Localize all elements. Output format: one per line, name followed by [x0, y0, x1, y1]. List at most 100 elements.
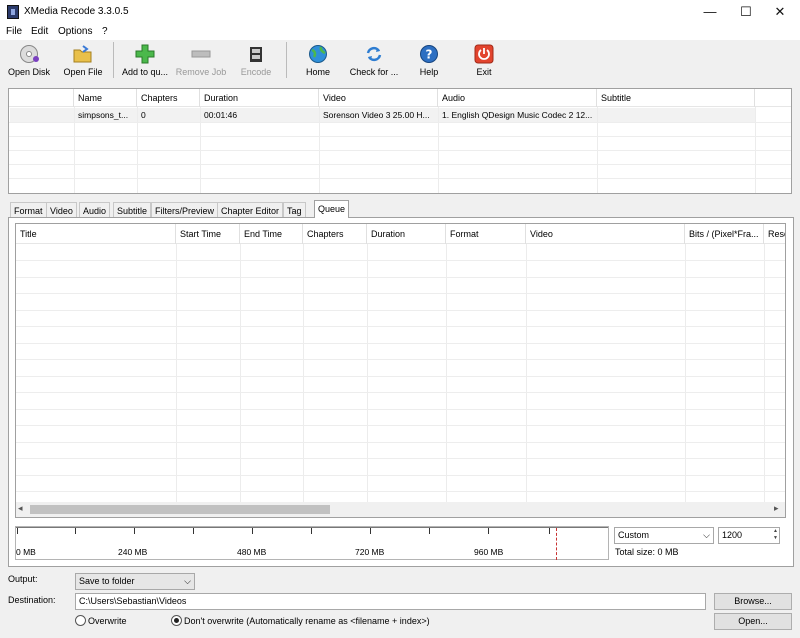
size-bar-axis: [16, 527, 608, 528]
tab-queue[interactable]: Queue: [314, 200, 350, 218]
refresh-icon: [366, 46, 382, 62]
tab-audio[interactable]: Audio: [79, 202, 111, 218]
tick: [193, 528, 194, 534]
destination-label: Destination:: [8, 595, 56, 605]
tab-tag[interactable]: Tag: [283, 202, 306, 218]
check-for-updates-button[interactable]: Check for ...: [345, 42, 403, 82]
column-header-chapters[interactable]: Chapters: [137, 89, 200, 107]
grid-line: [446, 244, 447, 502]
column-header-bits-per-pixel[interactable]: Bits / (Pixel*Fra...: [685, 224, 764, 244]
tab-format[interactable]: Format: [10, 202, 47, 218]
file-list[interactable]: Name Chapters Duration Video Audio Subti…: [8, 88, 792, 194]
tab-filters-preview[interactable]: Filters/Preview: [151, 202, 219, 218]
output-select[interactable]: Save to folder ⌵: [75, 573, 195, 590]
media-preset-select[interactable]: Custom ⌵: [614, 527, 714, 544]
menu-options[interactable]: Options: [58, 26, 92, 37]
horizontal-scrollbar[interactable]: ◂ ▸: [16, 502, 785, 517]
column-header-chapters[interactable]: Chapters: [303, 224, 367, 244]
menu-file[interactable]: File: [6, 26, 22, 37]
destination-input[interactable]: C:\Users\Sebastian\Videos: [75, 593, 706, 610]
column-header-title[interactable]: Title: [16, 224, 176, 244]
browse-button[interactable]: Browse...: [714, 593, 792, 610]
grid-line: [16, 442, 785, 443]
menu-edit[interactable]: Edit: [31, 26, 48, 37]
home-button[interactable]: Home: [289, 42, 347, 82]
toolbar-separator: [286, 42, 287, 78]
minimize-button[interactable]: —: [695, 0, 725, 24]
dont-overwrite-radio[interactable]: [171, 615, 182, 626]
cell-name: simpsons_t...: [78, 110, 129, 120]
encode-button[interactable]: Encode: [227, 42, 285, 82]
open-file-label: Open File: [63, 67, 103, 77]
column-header-subtitle[interactable]: Subtitle: [597, 89, 755, 107]
grid-line: [176, 244, 177, 502]
scroll-right-icon[interactable]: ▸: [774, 503, 779, 514]
column-header-video[interactable]: Video: [319, 89, 438, 107]
column-header-resolution[interactable]: Reso: [764, 224, 785, 244]
overwrite-radio[interactable]: [75, 615, 86, 626]
disc-icon: [20, 45, 39, 63]
column-header-end-time[interactable]: End Time: [240, 224, 303, 244]
menu-help[interactable]: ?: [102, 26, 108, 37]
column-header-video[interactable]: Video: [526, 224, 685, 244]
tick: [311, 528, 312, 534]
add-to-queue-button[interactable]: Add to qu...: [116, 42, 174, 82]
queue-list[interactable]: Title Start Time End Time Chapters Durat…: [15, 223, 786, 518]
open-disk-button[interactable]: Open Disk: [0, 42, 58, 82]
check-for-label: Check for ...: [349, 67, 399, 77]
tick: [429, 528, 430, 534]
grid-line: [16, 458, 785, 459]
file-list-header: Name Chapters Duration Video Audio Subti…: [9, 89, 791, 107]
cell-chapters: 0: [141, 110, 146, 120]
minus-icon: [191, 50, 211, 58]
film-icon: [250, 47, 262, 62]
media-size-value: 1200: [722, 530, 743, 540]
spin-up-icon[interactable]: ▲: [773, 528, 778, 535]
maximize-button[interactable]: ☐: [731, 0, 761, 24]
size-label-720: 720 MB: [355, 547, 385, 557]
scroll-left-icon[interactable]: ◂: [18, 503, 23, 514]
grid-line: [16, 293, 785, 294]
cell-video: Sorenson Video 3 25.00 H...: [323, 110, 430, 120]
tab-subtitle[interactable]: Subtitle: [113, 202, 152, 218]
tab-chapter-editor[interactable]: Chapter Editor: [217, 202, 284, 218]
grid-line: [16, 260, 785, 261]
scrollbar-thumb[interactable]: [30, 505, 330, 514]
grid-line: [16, 376, 785, 377]
media-size-input[interactable]: 1200 ▲ ▼: [718, 527, 780, 544]
open-folder-button[interactable]: Open...: [714, 613, 792, 630]
grid-line: [685, 244, 686, 502]
column-header-start-time[interactable]: Start Time: [176, 224, 240, 244]
help-icon: ?: [420, 45, 438, 63]
grid-line: [9, 164, 791, 165]
column-header-duration[interactable]: Duration: [367, 224, 446, 244]
home-label: Home: [305, 67, 330, 77]
column-header-format[interactable]: Format: [446, 224, 526, 244]
queue-grid: [16, 244, 785, 502]
grid-line: [9, 136, 791, 137]
remove-job-button[interactable]: Remove Job: [172, 42, 230, 82]
column-header-audio[interactable]: Audio: [438, 89, 597, 107]
grid-line: [303, 244, 304, 502]
help-button[interactable]: ? Help: [400, 42, 458, 82]
grid-line: [16, 392, 785, 393]
size-label-240: 240 MB: [118, 547, 148, 557]
cell-duration: 00:01:46: [204, 110, 238, 120]
dont-overwrite-label: Don't overwrite (Automatically rename as…: [184, 616, 430, 626]
grid-line: [16, 475, 785, 476]
tick: [370, 528, 371, 534]
column-header-duration[interactable]: Duration: [200, 89, 319, 107]
close-button[interactable]: ✕: [765, 0, 795, 24]
open-file-button[interactable]: Open File: [54, 42, 112, 82]
table-row[interactable]: simpsons_t... 0 00:01:46 Sorenson Video …: [10, 108, 755, 122]
menu-bar: [0, 24, 800, 40]
exit-button[interactable]: Exit: [455, 42, 513, 82]
tab-video[interactable]: Video: [46, 202, 77, 218]
spin-down-icon[interactable]: ▼: [773, 535, 778, 542]
grid-line: [16, 310, 785, 311]
output-value: Save to folder: [79, 576, 135, 586]
grid-line: [16, 277, 785, 278]
column-header-name[interactable]: Name: [74, 89, 137, 107]
help-label: Help: [419, 67, 439, 77]
grid-line: [16, 359, 785, 360]
